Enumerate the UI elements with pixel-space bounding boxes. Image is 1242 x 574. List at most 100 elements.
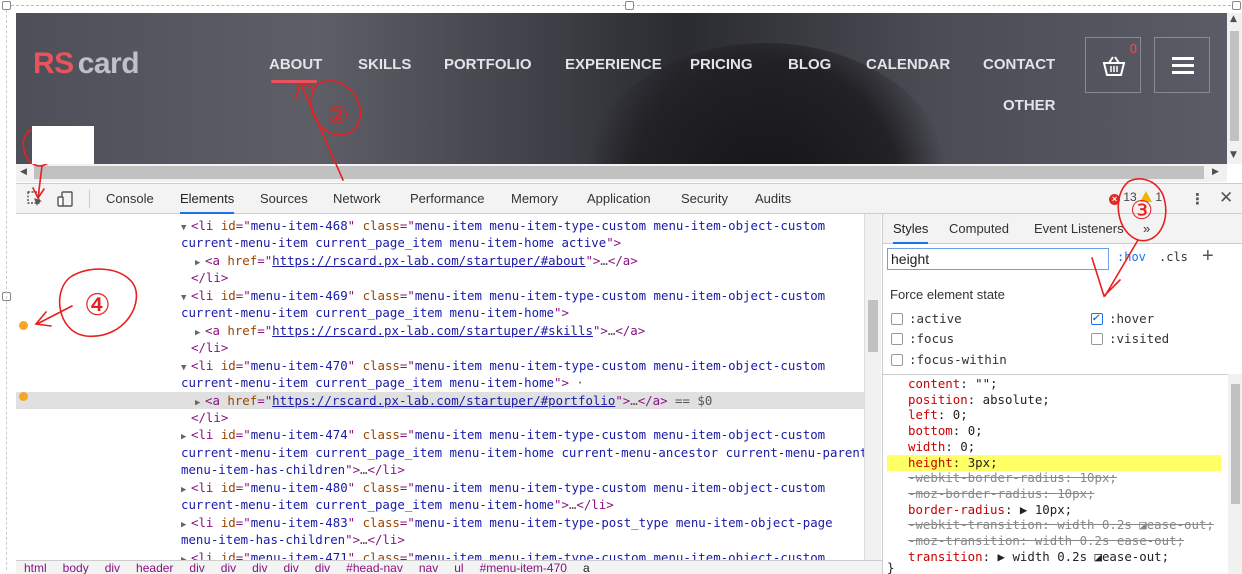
- tab-sources[interactable]: Sources: [260, 184, 308, 214]
- dom-node[interactable]: ▼ <li id="menu-item-469" class="menu-item…: [181, 287, 825, 304]
- dom-node[interactable]: current-menu-item current_page_item menu…: [181, 496, 614, 513]
- dom-tree[interactable]: ▼ <li id="menu-item-468" class="menu-item…: [16, 214, 864, 560]
- nav-other[interactable]: OTHER: [1003, 97, 1056, 114]
- state-hover-checkbox[interactable]: :hover: [1091, 311, 1154, 326]
- breadcrumb-item[interactable]: html: [24, 561, 47, 574]
- css-rule-list[interactable]: content: ""; position: absolute; left: 0; b…: [883, 374, 1228, 574]
- new-rule-button[interactable]: +: [1202, 245, 1214, 268]
- tab-event-listeners[interactable]: Event Listeners: [1034, 214, 1124, 244]
- dom-node[interactable]: </li>: [181, 269, 228, 286]
- nav-calendar[interactable]: CALENDAR: [866, 56, 950, 73]
- breadcrumb-item[interactable]: #menu-item-470: [480, 561, 567, 574]
- scroll-left-icon[interactable]: ◀: [20, 167, 27, 177]
- tab-memory[interactable]: Memory: [511, 184, 558, 214]
- dom-node[interactable]: ▶ <a href="https://rscard.px-lab.com/star…: [195, 322, 645, 339]
- state-visited-checkbox[interactable]: :visited: [1091, 331, 1169, 346]
- tab-audits[interactable]: Audits: [755, 184, 791, 214]
- dom-node[interactable]: menu-item-has-children">…</li>: [181, 461, 405, 478]
- dom-node[interactable]: ▼ <li id="menu-item-470" class="menu-item…: [181, 357, 825, 374]
- breakpoint-marker[interactable]: [19, 392, 28, 401]
- dom-node[interactable]: current-menu-item current_page_item menu…: [181, 234, 621, 251]
- breadcrumb-item[interactable]: nav: [419, 561, 438, 574]
- breadcrumb-item[interactable]: header: [136, 561, 173, 574]
- dom-node[interactable]: ▶ <a href="https://rscard.px-lab.com/star…: [195, 252, 638, 269]
- tab-performance[interactable]: Performance: [410, 184, 484, 214]
- tab-application[interactable]: Application: [587, 184, 651, 214]
- resize-handle[interactable]: [625, 1, 634, 10]
- breadcrumb-item[interactable]: div: [189, 561, 204, 574]
- breadcrumb-item[interactable]: div: [105, 561, 120, 574]
- page-horizontal-scrollbar[interactable]: ◀ ▶: [16, 164, 1227, 182]
- tab-console[interactable]: Console: [106, 184, 154, 214]
- tab-elements[interactable]: Elements: [180, 184, 235, 214]
- dom-node[interactable]: </li>: [181, 339, 228, 356]
- more-options-icon[interactable]: ⋮: [1190, 190, 1205, 208]
- breadcrumb-item[interactable]: div: [221, 561, 236, 574]
- tab-network[interactable]: Network: [333, 184, 381, 214]
- css-property[interactable]: -webkit-border-radius: 10px;: [908, 470, 1117, 486]
- css-property[interactable]: content: "";: [908, 376, 998, 392]
- dom-node[interactable]: ▼ <li id="menu-item-468" class="menu-item…: [181, 217, 825, 234]
- nav-portfolio[interactable]: PORTFOLIO: [444, 56, 532, 73]
- scrollbar-thumb[interactable]: [34, 166, 1204, 179]
- dom-node[interactable]: current-menu-item current_page_item menu…: [181, 304, 569, 321]
- dom-node[interactable]: </li>: [181, 409, 228, 426]
- css-property[interactable]: bottom: 0;: [908, 423, 983, 439]
- css-property[interactable]: position: absolute;: [908, 392, 1050, 408]
- breadcrumb-item[interactable]: #head-nav: [346, 561, 403, 574]
- nav-skills[interactable]: SKILLS: [358, 56, 411, 73]
- breadcrumb-item[interactable]: body: [63, 561, 89, 574]
- tab-computed[interactable]: Computed: [949, 214, 1009, 244]
- breadcrumb-item[interactable]: div: [283, 561, 298, 574]
- close-icon[interactable]: ✕: [1219, 188, 1233, 208]
- tab-styles[interactable]: Styles: [893, 214, 929, 244]
- dom-node[interactable]: ▶ <li id="menu-item-483" class="menu-item…: [181, 514, 833, 531]
- dom-node[interactable]: menu-item-has-children">…</li>: [181, 531, 405, 548]
- dom-node[interactable]: ▶ <li id="menu-item-474" class="menu-item…: [181, 426, 825, 443]
- state-focus-within-checkbox[interactable]: :focus-within: [891, 352, 1007, 367]
- nav-contact[interactable]: CONTACT: [983, 56, 1055, 73]
- css-property[interactable]: width: 0;: [908, 439, 975, 455]
- scroll-down-icon[interactable]: ▼: [1230, 150, 1237, 160]
- console-counts[interactable]: × 13 1: [1109, 190, 1162, 205]
- nav-about[interactable]: ABOUT: [269, 56, 322, 73]
- nav-blog[interactable]: BLOG: [788, 56, 831, 73]
- more-tabs-icon[interactable]: »: [1143, 214, 1150, 244]
- menu-button[interactable]: [1154, 37, 1210, 93]
- cls-toggle[interactable]: .cls: [1159, 250, 1188, 264]
- dom-node-selected[interactable]: ▶ <a href="https://rscard.px-lab.com/star…: [16, 391, 864, 409]
- dom-tree-scrollbar[interactable]: [864, 214, 881, 560]
- page-vertical-scrollbar[interactable]: ▲ ▼: [1227, 13, 1242, 164]
- state-focus-checkbox[interactable]: :focus: [891, 331, 954, 346]
- css-property[interactable]: left: 0;: [908, 407, 968, 423]
- css-property[interactable]: height: 3px;: [887, 454, 1221, 471]
- nav-experience[interactable]: EXPERIENCE: [565, 56, 662, 73]
- dom-node[interactable]: ▶ <li id="menu-item-480" class="menu-item…: [181, 479, 825, 496]
- css-property[interactable]: -moz-transition: width 0.2s ease-out;: [908, 533, 1184, 549]
- breakpoint-marker[interactable]: [19, 321, 28, 330]
- dom-node[interactable]: current-menu-item current_page_item menu…: [181, 374, 584, 391]
- styles-scrollbar[interactable]: [1228, 374, 1242, 574]
- state-active-checkbox[interactable]: :active: [891, 311, 962, 326]
- nav-pricing[interactable]: PRICING: [690, 56, 753, 73]
- scroll-right-icon[interactable]: ▶: [1212, 167, 1219, 177]
- breadcrumb-item[interactable]: ul: [454, 561, 463, 574]
- scroll-up-icon[interactable]: ▲: [1230, 14, 1237, 24]
- site-logo[interactable]: RS card: [33, 47, 140, 81]
- css-property[interactable]: border-radius: ▶ 10px;: [908, 502, 1072, 518]
- tab-security[interactable]: Security: [681, 184, 728, 214]
- resize-handle[interactable]: [2, 1, 11, 10]
- css-property[interactable]: -webkit-transition: width 0.2s ◪ease-out…: [908, 517, 1214, 533]
- breadcrumb-item[interactable]: a: [583, 561, 590, 574]
- device-toolbar-icon[interactable]: [56, 190, 74, 208]
- breadcrumb-item[interactable]: div: [315, 561, 330, 574]
- scrollbar-thumb[interactable]: [1230, 31, 1239, 141]
- expand-icon[interactable]: ▶: [181, 552, 191, 560]
- dom-node[interactable]: current-menu-item current_page_item menu…: [181, 444, 864, 461]
- css-property[interactable]: transition: ▶ width 0.2s ◪ease-out;: [908, 549, 1169, 565]
- resize-handle[interactable]: [1232, 1, 1241, 10]
- inspect-element-icon[interactable]: [26, 190, 44, 208]
- hov-toggle[interactable]: :hov: [1117, 250, 1146, 264]
- styles-filter-input[interactable]: height: [887, 248, 1109, 270]
- dom-node[interactable]: ▶ <li id="menu-item-471" class="menu-item…: [181, 549, 825, 560]
